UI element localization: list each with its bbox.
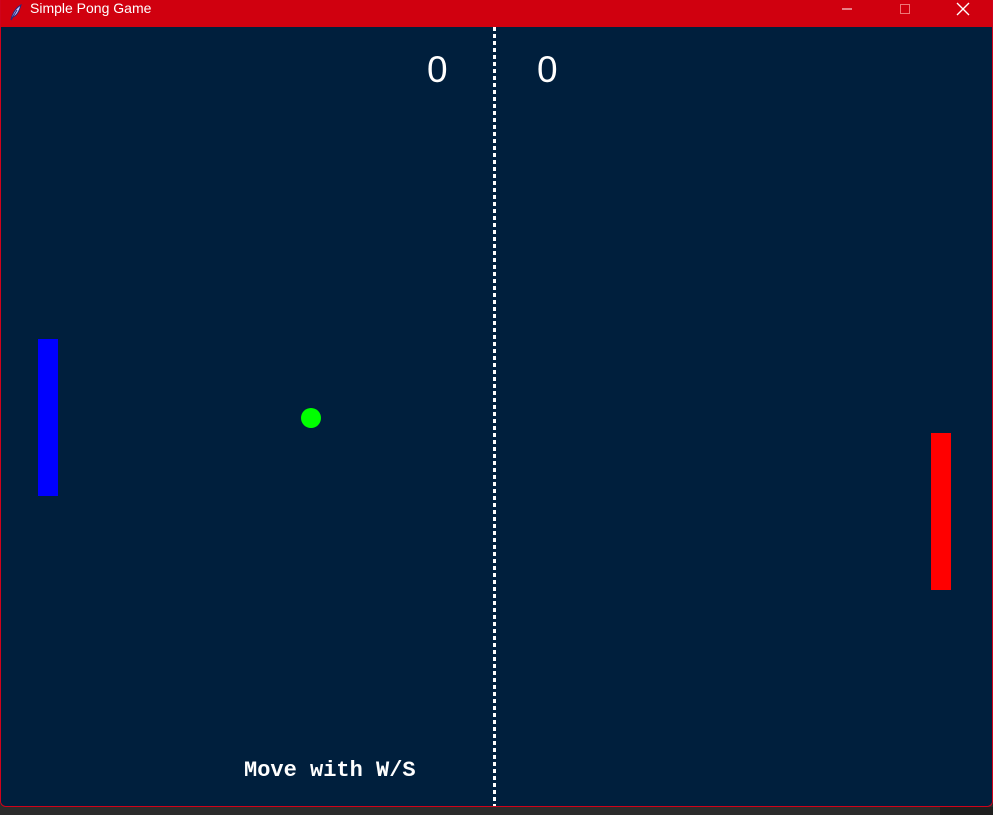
maximize-button[interactable]: [882, 0, 928, 17]
minimize-icon: [842, 8, 852, 9]
app-window: Simple Pong Game 0 0 Move with W/S: [0, 0, 993, 807]
desktop-edge: [940, 807, 993, 815]
maximize-icon: [900, 3, 910, 14]
desktop-strip: [0, 807, 993, 815]
left-score: 0: [427, 49, 448, 90]
left-paddle[interactable]: [38, 339, 58, 496]
right-score: 0: [537, 49, 558, 90]
title-bar[interactable]: Simple Pong Game: [1, 0, 992, 27]
feather-icon: [8, 4, 24, 22]
game-canvas[interactable]: 0 0 Move with W/S: [1, 27, 992, 806]
window-title: Simple Pong Game: [30, 0, 152, 16]
close-icon: [956, 2, 970, 15]
right-paddle: [931, 433, 951, 590]
ball: [301, 408, 321, 428]
minimize-button[interactable]: [824, 0, 870, 17]
controls-hint: Move with W/S: [244, 758, 416, 783]
center-net-line: [493, 27, 496, 806]
close-button[interactable]: [940, 0, 986, 17]
